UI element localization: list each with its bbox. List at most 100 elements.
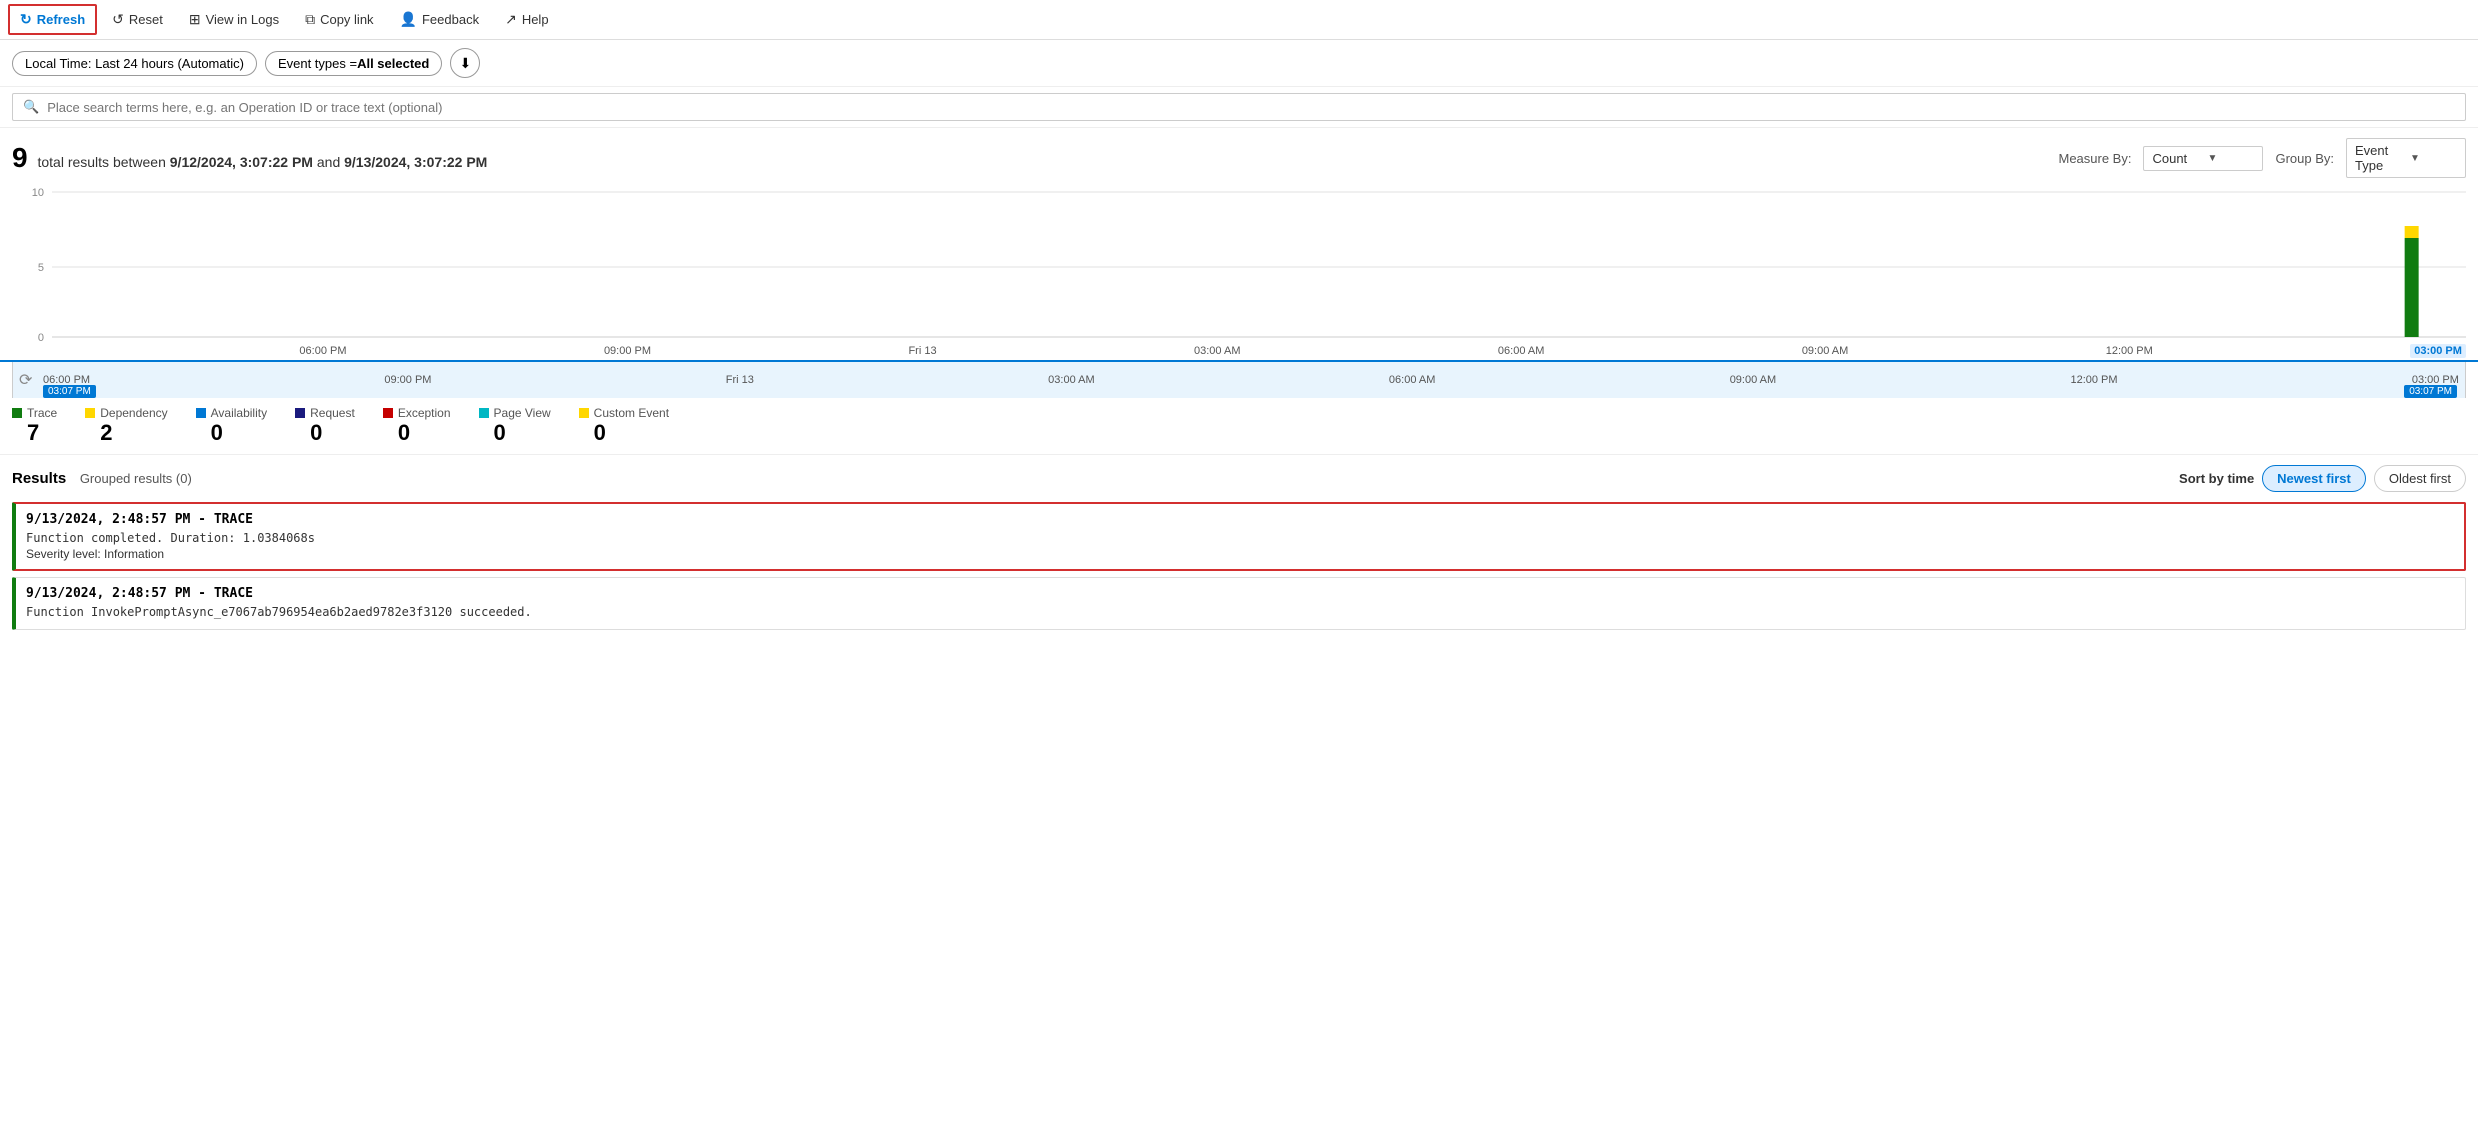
x-label-6: 09:00 AM: [1802, 345, 1848, 357]
result-title-1: 9/13/2024, 2:48:57 PM - TRACE: [26, 586, 2455, 601]
group-by-select[interactable]: Event Type ▼: [2346, 138, 2466, 178]
event-types-filter-chip[interactable]: Event types = All selected: [265, 51, 442, 76]
mini-navigator[interactable]: ⟳ 06:00 PM 09:00 PM Fri 13 03:00 AM 06:0…: [12, 362, 2466, 398]
copy-link-label: Copy link: [320, 12, 373, 27]
measure-by-label: Measure By:: [2058, 151, 2131, 166]
mini-x-label-6: 09:00 AM: [1730, 374, 1776, 386]
result-severity-0: Severity level: Information: [26, 547, 2454, 561]
legend-text-2: Availability: [211, 406, 267, 420]
legend-dot-3: [295, 408, 305, 418]
group-by-label: Group By:: [2275, 151, 2334, 166]
results-title: Results: [12, 470, 66, 487]
measure-by-select[interactable]: Count ▼: [2143, 146, 2263, 171]
mini-x-label-7: 12:00 PM: [2070, 374, 2117, 386]
refresh-button[interactable]: ↻ Refresh: [8, 4, 97, 35]
help-button[interactable]: ↗ Help: [494, 5, 559, 34]
mini-x-label-3: Fri 13: [726, 374, 754, 386]
measure-by-chevron: ▼: [2207, 153, 2254, 164]
results-and: and: [317, 154, 340, 170]
sort-by-label: Sort by time: [2179, 471, 2254, 486]
legend-text-4: Exception: [398, 406, 451, 420]
mini-x-label-2: 09:00 PM: [384, 374, 431, 386]
x-axis: 06:00 PM 09:00 PM Fri 13 03:00 AM 06:00 …: [0, 342, 2478, 362]
legend-item-request[interactable]: Request 0: [295, 406, 355, 446]
svg-text:5: 5: [38, 262, 44, 274]
view-in-logs-label: View in Logs: [206, 12, 279, 27]
time-filter-label: Local Time: Last 24 hours (Automatic): [25, 56, 244, 71]
svg-text:0: 0: [38, 332, 44, 342]
legend-count-5: 0: [479, 420, 506, 446]
results-header: 9 total results between 9/12/2024, 3:07:…: [0, 128, 2478, 182]
legend-item-dependency[interactable]: Dependency 2: [85, 406, 167, 446]
feedback-button[interactable]: 👤 Feedback: [389, 5, 491, 34]
results-list: 9/13/2024, 2:48:57 PM - TRACE Function c…: [12, 502, 2466, 630]
measure-group: Measure By: Count ▼ Group By: Event Type…: [2058, 138, 2466, 178]
group-by-value: Event Type: [2355, 143, 2402, 173]
legend-label-1: Dependency: [85, 406, 167, 420]
results-end-time: 9/13/2024, 3:07:22 PM: [344, 154, 487, 170]
x-label-3: Fri 13: [908, 345, 936, 357]
view-in-logs-button[interactable]: ⊞ View in Logs: [178, 5, 290, 34]
funnel-icon: ⬇: [459, 55, 471, 72]
refresh-label: Refresh: [37, 12, 85, 27]
legend-dot-1: [85, 408, 95, 418]
legend-item-availability[interactable]: Availability 0: [196, 406, 267, 446]
legend-item-trace[interactable]: Trace 7: [12, 406, 57, 446]
mini-time-left: 03:07 PM: [43, 385, 96, 398]
legend-label-3: Request: [295, 406, 355, 420]
legend-item-custom-event[interactable]: Custom Event 0: [579, 406, 669, 446]
time-filter-chip[interactable]: Local Time: Last 24 hours (Automatic): [12, 51, 257, 76]
chart-area: 10 5 0: [0, 182, 2478, 342]
legend-label-2: Availability: [196, 406, 267, 420]
bar-chart: 10 5 0: [12, 182, 2466, 342]
legend-label-0: Trace: [12, 406, 57, 420]
mini-time-right: 03:07 PM: [2404, 385, 2457, 398]
legend-count-4: 0: [383, 420, 410, 446]
legend-dot-5: [479, 408, 489, 418]
event-types-value: All selected: [357, 56, 429, 71]
reset-button[interactable]: ↺ Reset: [101, 5, 174, 34]
copy-icon: ⧉: [305, 11, 315, 28]
reset-icon: ↺: [112, 11, 124, 28]
legend-label-5: Page View: [479, 406, 551, 420]
x-label-8: 03:00 PM: [2410, 344, 2466, 358]
x-label-5: 06:00 AM: [1498, 345, 1544, 357]
help-icon: ↗: [505, 11, 517, 28]
legend-count-3: 0: [295, 420, 322, 446]
result-item-1[interactable]: 9/13/2024, 2:48:57 PM - TRACE Function I…: [12, 577, 2466, 630]
legend-text-5: Page View: [494, 406, 551, 420]
legend-text-1: Dependency: [100, 406, 167, 420]
x-label-4: 03:00 AM: [1194, 345, 1240, 357]
result-item-0[interactable]: 9/13/2024, 2:48:57 PM - TRACE Function c…: [12, 502, 2466, 571]
mini-x-label-4: 03:00 AM: [1048, 374, 1094, 386]
legend-label-4: Exception: [383, 406, 451, 420]
legend-count-2: 0: [196, 420, 223, 446]
x-label-7: 12:00 PM: [2106, 345, 2153, 357]
search-input[interactable]: [47, 100, 2455, 115]
filter-icon-button[interactable]: ⬇: [450, 48, 480, 78]
results-title-group: Results Grouped results (0): [12, 470, 192, 487]
legend-item-page-view[interactable]: Page View 0: [479, 406, 551, 446]
search-icon: 🔍: [23, 99, 39, 115]
oldest-first-button[interactable]: Oldest first: [2374, 465, 2466, 492]
results-count: 9: [12, 142, 28, 173]
refresh-icon: ↻: [20, 11, 32, 28]
legend-dot-2: [196, 408, 206, 418]
newest-first-button[interactable]: Newest first: [2262, 465, 2366, 492]
results-start-time: 9/12/2024, 3:07:22 PM: [170, 154, 313, 170]
grouped-label: Grouped results (0): [80, 471, 192, 486]
navigator-icon[interactable]: ⟳: [19, 370, 32, 390]
copy-link-button[interactable]: ⧉ Copy link: [294, 5, 384, 34]
legend-text-6: Custom Event: [594, 406, 669, 420]
toolbar: ↻ Refresh ↺ Reset ⊞ View in Logs ⧉ Copy …: [0, 0, 2478, 40]
search-input-wrap: 🔍: [12, 93, 2466, 121]
reset-label: Reset: [129, 12, 163, 27]
help-label: Help: [522, 12, 549, 27]
legend-dot-0: [12, 408, 22, 418]
legend-count-6: 0: [579, 420, 606, 446]
legend-bar: Trace 7 Dependency 2 Availability 0 Requ…: [0, 398, 2478, 455]
result-title-0: 9/13/2024, 2:48:57 PM - TRACE: [26, 512, 2454, 527]
result-message-0: Function completed. Duration: 1.0384068s: [26, 531, 2454, 545]
x-label-2: 09:00 PM: [604, 345, 651, 357]
legend-item-exception[interactable]: Exception 0: [383, 406, 451, 446]
